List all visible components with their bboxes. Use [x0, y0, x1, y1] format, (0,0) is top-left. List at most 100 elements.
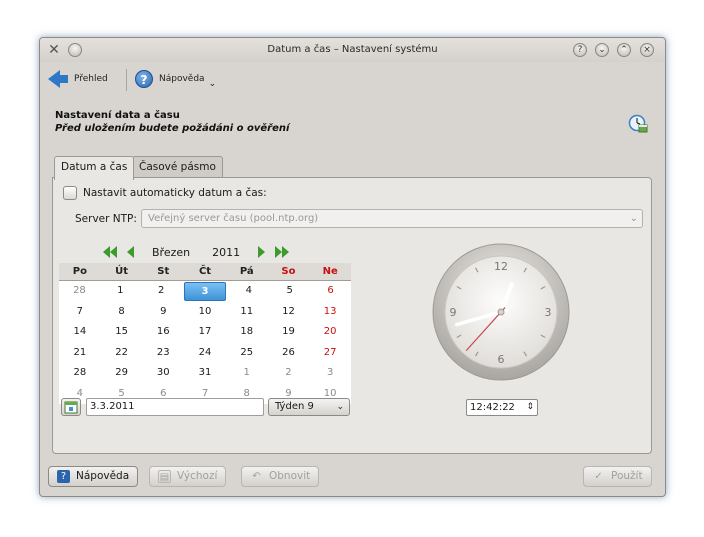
- calendar-day[interactable]: 2: [268, 363, 310, 384]
- calendar-day[interactable]: 21: [59, 343, 101, 364]
- calendar-day[interactable]: 11: [226, 302, 268, 323]
- auto-set-checkbox[interactable]: [63, 186, 77, 200]
- calendar-day[interactable]: 23: [142, 343, 184, 364]
- help-button-label: Nápověda: [76, 470, 130, 482]
- maximize-button[interactable]: ⌃: [617, 43, 631, 57]
- calendar-day[interactable]: 2: [141, 281, 182, 302]
- month-navigation: Březen 2011: [103, 244, 290, 260]
- calendar-day[interactable]: 28: [59, 281, 100, 302]
- previous-month-button[interactable]: [127, 246, 134, 258]
- calendar-day[interactable]: 17: [184, 322, 226, 343]
- calendar-week-row: 28 29 30 31 1 2 3: [59, 363, 351, 384]
- auto-set-label[interactable]: Nastavit automaticky datum a čas:: [83, 187, 267, 199]
- numeral-3: 3: [545, 306, 552, 319]
- month-selector[interactable]: Březen: [152, 246, 190, 259]
- calendar-week-row: 21 22 23 24 25 26 27: [59, 343, 351, 364]
- calendar-day[interactable]: 10: [184, 302, 226, 323]
- week-value: Týden 9: [275, 401, 314, 412]
- back-arrow-icon: [48, 70, 60, 88]
- apply-button[interactable]: ✓ Použít: [583, 466, 652, 487]
- calendar-day[interactable]: 13: [309, 302, 351, 323]
- weekday-header-cell: Pá: [239, 266, 254, 277]
- numeral-6: 6: [498, 353, 505, 366]
- ntp-server-label: Server NTP:: [75, 213, 137, 225]
- chevron-down-icon: ⌄: [336, 402, 344, 412]
- calendar-day[interactable]: 16: [142, 322, 184, 343]
- calendar-body: 28 1 2 3 4 5 6 7 8 9 10 11 12 13 14 15 16 17 18 19 20 21 22 23 2…: [59, 281, 351, 404]
- weekday-header-cell: Po: [72, 266, 87, 277]
- help-label: Nápověda: [159, 74, 205, 84]
- toolbar: Přehled ? Nápověda ⌄: [40, 64, 665, 94]
- calendar-day[interactable]: 19: [268, 322, 310, 343]
- help-book-icon: ?: [57, 470, 70, 483]
- year-selector[interactable]: 2011: [212, 246, 240, 259]
- weekday-header-cell: Ne: [322, 266, 338, 277]
- overview-button[interactable]: Přehled: [48, 67, 108, 91]
- calendar-day[interactable]: 5: [269, 281, 310, 302]
- date-input[interactable]: 3.3.2011: [86, 398, 264, 416]
- calendar-day[interactable]: 22: [101, 343, 143, 364]
- close-button[interactable]: ×: [640, 43, 654, 57]
- weekday-header-cell: Út: [115, 266, 129, 277]
- calendar-day[interactable]: 8: [101, 302, 143, 323]
- minimize-button[interactable]: ⌄: [595, 43, 609, 57]
- calendar-day[interactable]: 25: [226, 343, 268, 364]
- weekday-header-cell: So: [281, 266, 296, 277]
- calendar-day[interactable]: 12: [268, 302, 310, 323]
- time-value: 12:42:22: [470, 402, 515, 413]
- reset-button-label: Obnovit: [269, 470, 311, 482]
- title-bar[interactable]: ✕ Datum a čas – Nastavení systému ? ⌄ ⌃ …: [40, 38, 665, 62]
- date-time-panel: Nastavit automaticky datum a čas: Server…: [52, 177, 652, 454]
- numeral-12: 12: [494, 260, 508, 273]
- apply-check-icon: ✓: [594, 471, 603, 482]
- system-settings-window: ✕ Datum a čas – Nastavení systému ? ⌄ ⌃ …: [39, 37, 666, 497]
- ntp-server-combo[interactable]: Veřejný server času (pool.ntp.org) ⌄: [141, 209, 643, 228]
- calendar-day[interactable]: 24: [184, 343, 226, 364]
- calendar-day[interactable]: 1: [100, 281, 141, 302]
- calendar-day[interactable]: 4: [228, 281, 269, 302]
- window-title: Datum a čas – Nastavení systému: [267, 44, 438, 55]
- numeral-9: 9: [450, 306, 457, 319]
- help-menu-button[interactable]: ? Nápověda ⌄: [135, 67, 216, 91]
- defaults-button[interactable]: ▤ Výchozí: [149, 466, 227, 487]
- calendar-day[interactable]: 31: [184, 363, 226, 384]
- reset-button[interactable]: ↶ Obnovit: [241, 466, 320, 487]
- calendar-day[interactable]: 20: [309, 322, 351, 343]
- clock-center: [497, 308, 505, 316]
- calendar-day[interactable]: 29: [101, 363, 143, 384]
- next-year-button[interactable]: [275, 246, 290, 258]
- time-input[interactable]: 12:42:22 ⇕: [466, 399, 538, 416]
- calendar-week-row: 7 8 9 10 11 12 13: [59, 302, 351, 323]
- calendar-today-icon: [64, 401, 78, 414]
- page-title: Nastavení data a času: [55, 110, 180, 121]
- calendar-day[interactable]: 1: [226, 363, 268, 384]
- next-month-button[interactable]: [258, 246, 266, 258]
- defaults-button-label: Výchozí: [177, 470, 218, 482]
- chevron-down-icon: ⌄: [629, 213, 638, 224]
- weekday-header-cell: Čt: [198, 266, 212, 277]
- tab-time-zone[interactable]: Časové pásmo: [132, 156, 223, 178]
- calendar-day-selected[interactable]: 3: [183, 282, 227, 301]
- week-selector[interactable]: Týden 9 ⌄: [268, 398, 350, 416]
- previous-year-button[interactable]: [103, 246, 117, 258]
- calendar-day[interactable]: 14: [59, 322, 101, 343]
- weekday-header-cell: St: [157, 266, 170, 277]
- help-window-button[interactable]: ?: [573, 43, 587, 57]
- spin-arrows-icon[interactable]: ⇕: [526, 400, 534, 415]
- calendar-day[interactable]: 30: [142, 363, 184, 384]
- calendar-week-row: 28 1 2 3 4 5 6: [59, 281, 351, 302]
- calendar-day[interactable]: 28: [59, 363, 101, 384]
- calendar-day[interactable]: 18: [226, 322, 268, 343]
- tab-date-time[interactable]: Datum a čas: [54, 156, 135, 180]
- calendar-day[interactable]: 26: [268, 343, 310, 364]
- page-subtitle: Před uložením budete požádáni o ověření: [55, 123, 290, 134]
- calendar-day[interactable]: 7: [59, 302, 101, 323]
- calendar-week-row: 14 15 16 17 18 19 20: [59, 322, 351, 343]
- calendar-day[interactable]: 27: [309, 343, 351, 364]
- calendar-day[interactable]: 3: [309, 363, 351, 384]
- calendar-day[interactable]: 6: [310, 281, 351, 302]
- help-button[interactable]: ? Nápověda: [48, 466, 139, 487]
- calendar-day[interactable]: 15: [101, 322, 143, 343]
- today-button[interactable]: [61, 398, 81, 416]
- calendar-day[interactable]: 9: [142, 302, 184, 323]
